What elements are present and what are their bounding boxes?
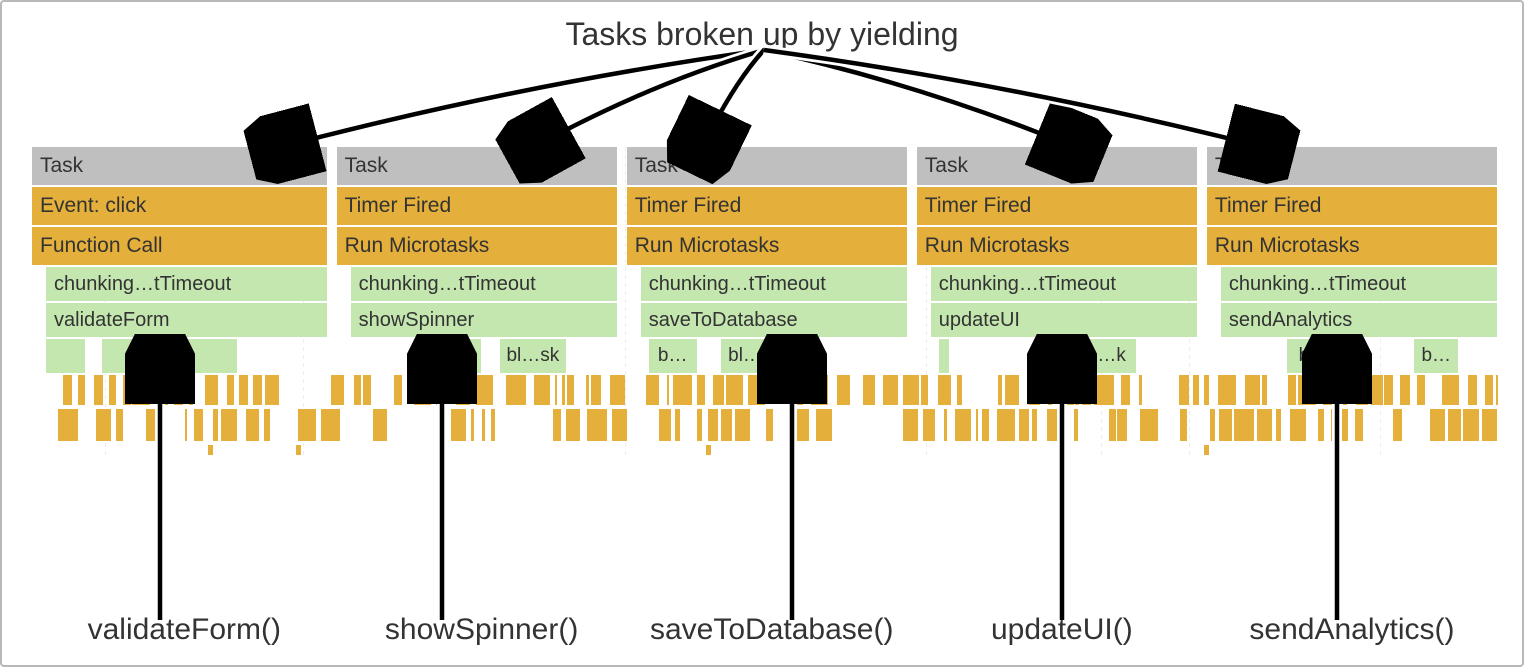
phase-label: Run Microtasks — [337, 227, 617, 265]
diagram-frame: Tasks broken up by yielding TaskEvent: c… — [0, 0, 1524, 667]
event-label: Timer Fired — [337, 187, 617, 225]
bottom-label-3: updateUI() — [917, 613, 1207, 647]
bottom-label-1: showSpinner() — [337, 613, 627, 647]
task-label: Task — [627, 147, 907, 185]
fragment — [46, 339, 85, 373]
bottom-label-2: saveToDatabase() — [627, 613, 917, 647]
fragment: bl…k — [721, 339, 780, 373]
event-label: Timer Fired — [627, 187, 907, 225]
fragment: b…k — [102, 339, 237, 373]
function-label: updateUI — [931, 303, 1197, 337]
fragment: b…k — [1077, 339, 1136, 373]
phase-label: Run Microtasks — [917, 227, 1197, 265]
fragment-row: b… bl…k — [641, 339, 907, 373]
function-label: saveToDatabase — [641, 303, 907, 337]
task-column-3: TaskTimer FiredRun Microtaskschunking…tT… — [917, 147, 1207, 375]
task-label: Task — [917, 147, 1197, 185]
bottom-labels: validateForm()showSpinner()saveToDatabas… — [32, 613, 1497, 647]
fragment-row: bl…sk bl…sk — [351, 339, 617, 373]
event-label: Timer Fired — [1207, 187, 1497, 225]
microtask-label: chunking…tTimeout — [931, 267, 1197, 301]
event-label: Timer Fired — [917, 187, 1197, 225]
bottom-label-4: sendAnalytics() — [1207, 613, 1497, 647]
diagram-title: Tasks broken up by yielding — [565, 16, 958, 53]
barcode-row-1 — [32, 375, 1497, 405]
task-column-1: TaskTimer FiredRun Microtaskschunking…tT… — [337, 147, 627, 375]
phase-label: Run Microtasks — [627, 227, 907, 265]
function-label: sendAnalytics — [1221, 303, 1497, 337]
microtask-label: chunking…tTimeout — [641, 267, 907, 301]
function-label: showSpinner — [351, 303, 617, 337]
microtask-label: chunking…tTimeout — [46, 267, 327, 301]
fragment: bl…sk — [500, 339, 567, 373]
task-label: Task — [337, 147, 617, 185]
flamegraph-chart: TaskEvent: clickFunction Callchunking…tT… — [32, 147, 1497, 459]
task-column-4: TaskTimer FiredRun Microtaskschunking…tT… — [1207, 147, 1497, 375]
task-label: Task — [1207, 147, 1497, 185]
fragment — [939, 339, 950, 373]
task-column-0: TaskEvent: clickFunction Callchunking…tT… — [32, 147, 337, 375]
fragment-row: b…k — [46, 339, 327, 373]
microtask-label: chunking…tTimeout — [351, 267, 617, 301]
fragment: bl…sk — [414, 339, 481, 373]
task-column-2: TaskTimer FiredRun Microtaskschunking…tT… — [627, 147, 917, 375]
fragment: b… — [649, 339, 697, 373]
barcode-row-2 — [32, 409, 1497, 441]
function-label: validateForm — [46, 303, 327, 337]
fragment-row: bl…k b… — [1221, 339, 1497, 373]
fragment: b… — [1414, 339, 1458, 373]
event-label: Event: click — [32, 187, 327, 225]
phase-label: Run Microtasks — [1207, 227, 1497, 265]
fragment: bl…k — [1287, 339, 1353, 373]
fragment-row: b…k — [931, 339, 1197, 373]
phase-label: Function Call — [32, 227, 327, 265]
task-label: Task — [32, 147, 327, 185]
barcode-row-3 — [32, 445, 1497, 455]
bottom-label-0: validateForm() — [32, 613, 337, 647]
microtask-label: chunking…tTimeout — [1221, 267, 1497, 301]
